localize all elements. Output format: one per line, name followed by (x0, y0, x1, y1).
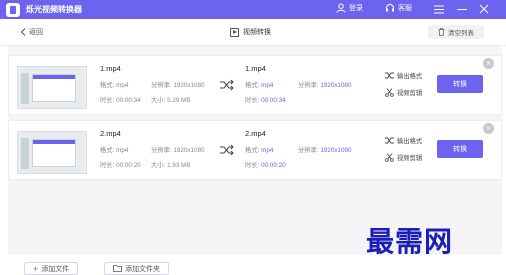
video-edit-label: 视频剪辑 (397, 90, 423, 97)
app-logo (6, 3, 20, 17)
title-bar: 烁光视频转换器 登录 客服 (0, 0, 506, 19)
convert-button[interactable]: 转换 (437, 140, 483, 158)
user-icon (336, 3, 346, 13)
file-card: 1.mp4 格式: mp4 分辨率: 1920x1080 时长: 00:00:3… (8, 55, 502, 115)
target-file-name: 1.mp4 (245, 64, 266, 73)
target-duration: 时长: 00:00:20 (245, 162, 286, 169)
source-file-name: 2.mp4 (100, 129, 121, 138)
app-title: 烁光视频转换器 (26, 5, 82, 14)
toolbar: 返回 视频转换 清空列表 (0, 19, 506, 46)
video-edit-button[interactable]: 视频剪辑 (385, 88, 422, 97)
shuffle-icon (220, 79, 234, 91)
plus-icon: + (33, 263, 39, 274)
source-duration: 时长: 00:00:34 (100, 97, 141, 104)
remove-file-icon[interactable]: × (483, 123, 494, 134)
target-resolution: 分辨率: 1920x1080 (298, 82, 352, 89)
source-resolution: 分辨率: 1920x1080 (151, 147, 205, 154)
source-format: 格式: mp4 (100, 147, 129, 154)
trash-icon (438, 28, 445, 36)
add-file-button[interactable]: + 添加文件 (24, 262, 79, 275)
output-format-button[interactable]: 输出格式 (385, 136, 422, 145)
source-size: 大小: 5.29 MB (151, 97, 191, 104)
add-folder-label: 添加文件夹 (125, 265, 160, 273)
shuffle-small-icon (385, 72, 394, 79)
watermark: 最需网 (366, 225, 454, 258)
video-thumbnail (17, 66, 87, 109)
output-format-button[interactable]: 输出格式 (385, 71, 422, 80)
folder-icon (113, 265, 122, 272)
target-format: 格式: mp4 (245, 82, 274, 89)
login-button[interactable]: 登录 (336, 3, 363, 13)
add-folder-button[interactable]: 添加文件夹 (104, 262, 169, 275)
video-edit-label: 视频剪辑 (397, 155, 423, 162)
back-label: 返回 (29, 29, 43, 36)
shuffle-small-icon (385, 137, 394, 144)
target-duration: 时长: 00:00:34 (245, 97, 286, 104)
headset-icon (386, 4, 394, 12)
target-file-name: 2.mp4 (245, 129, 266, 138)
page-title-label: 视频转换 (243, 29, 271, 36)
scissors-icon (385, 88, 394, 97)
menu-icon[interactable] (433, 2, 445, 16)
file-card: 2.mp4 格式: mp4 分辨率: 1920x1080 时长: 00:00:2… (8, 120, 502, 180)
output-format-label: 输出格式 (397, 73, 423, 80)
video-thumbnail (17, 131, 87, 174)
output-format-label: 输出格式 (397, 138, 423, 145)
target-resolution: 分辨率: 1920x1080 (298, 147, 352, 154)
source-file-name: 1.mp4 (100, 64, 121, 73)
close-window-icon[interactable] (478, 2, 490, 16)
target-format: 格式: mp4 (245, 147, 274, 154)
minimize-icon[interactable] (456, 2, 468, 16)
convert-button[interactable]: 转换 (437, 75, 483, 93)
source-format: 格式: mp4 (100, 82, 129, 89)
clear-list-label: 清空列表 (448, 30, 474, 37)
page-title: 视频转换 (230, 27, 271, 37)
service-label: 客服 (398, 5, 412, 12)
remove-file-icon[interactable]: × (483, 58, 494, 69)
video-icon (230, 27, 239, 37)
add-file-label: 添加文件 (41, 265, 70, 273)
scissors-icon (385, 153, 394, 162)
source-duration: 时长: 00:00:20 (100, 162, 141, 169)
source-resolution: 分辨率: 1920x1080 (151, 82, 205, 89)
shuffle-icon (220, 144, 234, 156)
clear-list-button[interactable]: 清空列表 (428, 25, 484, 39)
customer-service-button[interactable]: 客服 (385, 3, 412, 13)
login-label: 登录 (349, 5, 363, 12)
chevron-left-icon (20, 28, 26, 36)
video-edit-button[interactable]: 视频剪辑 (385, 153, 422, 162)
back-button[interactable]: 返回 (20, 27, 43, 37)
source-size: 大小: 1.93 MB (151, 162, 191, 169)
